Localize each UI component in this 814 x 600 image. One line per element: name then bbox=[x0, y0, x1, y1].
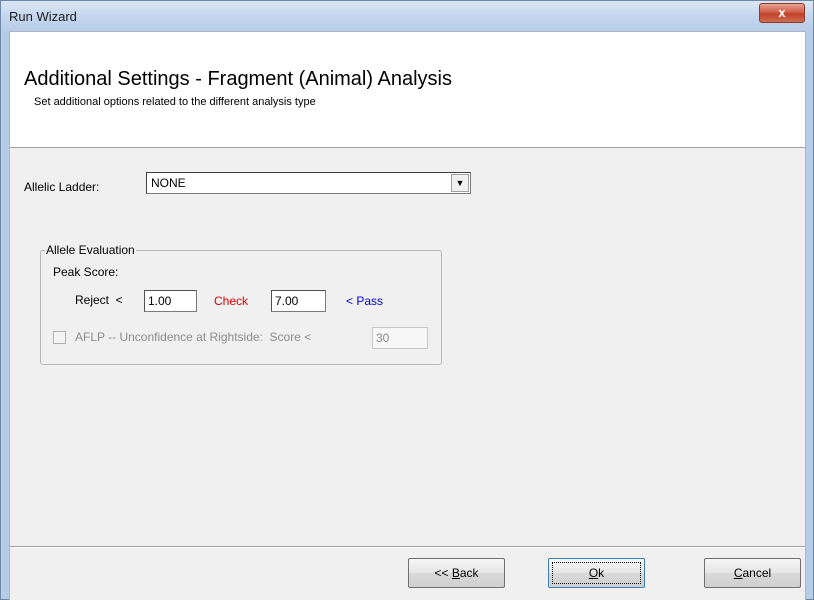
run-wizard-window: Run Wizard x Additional Settings - Fragm… bbox=[0, 0, 814, 600]
allele-evaluation-legend: Allele Evaluation bbox=[45, 243, 136, 257]
header-panel: Additional Settings - Fragment (Animal) … bbox=[10, 32, 805, 148]
dropdown-arrow-icon[interactable]: ▼ bbox=[451, 174, 469, 192]
page-title: Additional Settings - Fragment (Animal) … bbox=[24, 68, 452, 90]
allelic-ladder-value: NONE bbox=[151, 176, 186, 190]
cancel-button[interactable]: Cancel bbox=[704, 558, 801, 588]
close-button[interactable]: x bbox=[759, 3, 805, 23]
close-icon: x bbox=[778, 5, 786, 20]
back-button-prefix: << bbox=[434, 566, 452, 580]
page-subtitle: Set additional options related to the di… bbox=[34, 96, 316, 108]
focus-rectangle bbox=[552, 562, 641, 584]
aflp-checkbox-label: AFLP -- Unconfidence at Rightside: Score… bbox=[75, 330, 312, 344]
aflp-checkbox[interactable] bbox=[53, 331, 66, 344]
check-threshold-input[interactable]: 7.00 bbox=[271, 290, 326, 312]
cancel-button-label: ancel bbox=[742, 566, 772, 580]
check-label: Check bbox=[214, 294, 249, 308]
window-title: Run Wizard bbox=[9, 9, 77, 24]
aflp-score-input[interactable]: 30 bbox=[372, 327, 428, 349]
allelic-ladder-dropdown[interactable]: NONE ▼ bbox=[146, 172, 471, 194]
title-bar: Run Wizard x bbox=[1, 1, 813, 31]
allelic-ladder-label: Allelic Ladder: bbox=[24, 180, 100, 194]
allele-evaluation-group: Allele Evaluation Peak Score: Reject < 1… bbox=[40, 243, 442, 365]
dialog-body: Additional Settings - Fragment (Animal) … bbox=[9, 31, 806, 600]
peak-score-label: Peak Score: bbox=[53, 265, 119, 279]
back-button[interactable]: << Back bbox=[408, 558, 505, 588]
back-button-accelerator: B bbox=[451, 566, 460, 580]
back-button-label: ack bbox=[459, 566, 479, 580]
reject-label: Reject < bbox=[75, 293, 123, 307]
reject-threshold-input[interactable]: 1.00 bbox=[144, 290, 197, 312]
ok-button[interactable]: Ok bbox=[548, 558, 645, 588]
pass-label: < Pass bbox=[346, 294, 384, 308]
footer-divider bbox=[10, 546, 805, 548]
